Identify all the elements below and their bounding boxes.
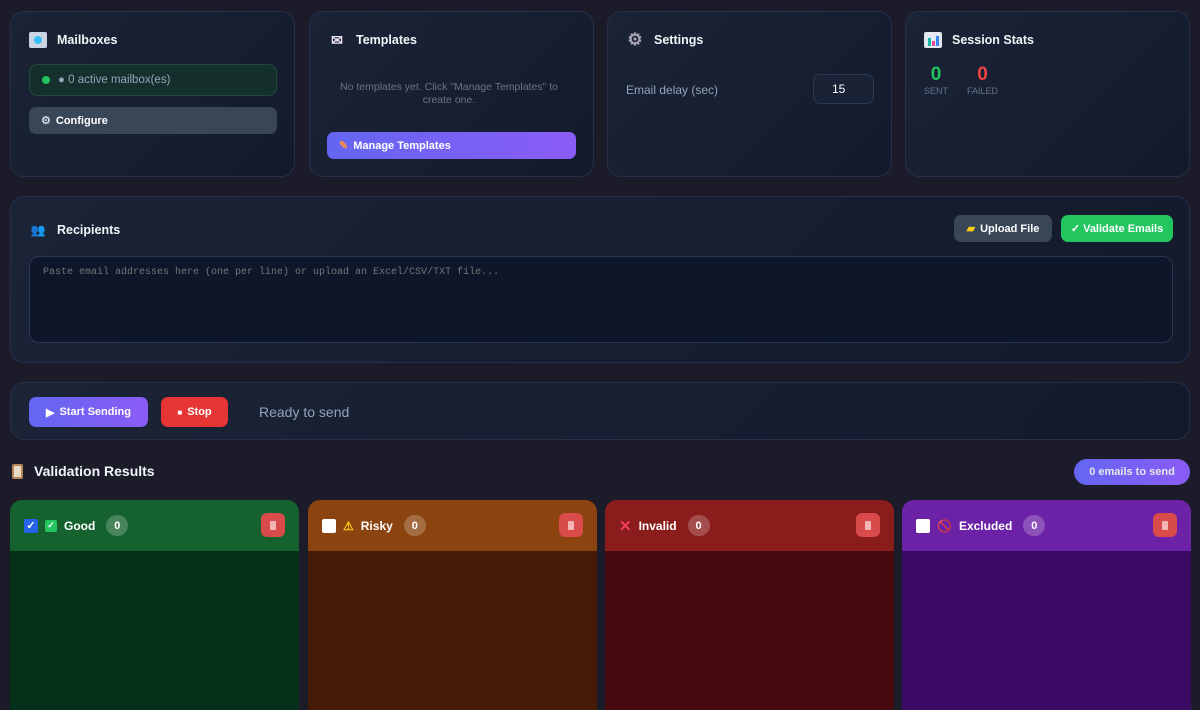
excluded-checkbox[interactable]	[916, 518, 930, 533]
prohibited-icon: 🚫	[937, 518, 952, 533]
check-icon: ✓	[45, 519, 57, 532]
emails-to-send-badge: 0 emails to send	[1074, 459, 1190, 485]
validate-emails-button[interactable]: ✓ Validate Emails	[1061, 215, 1173, 242]
clear-invalid-button[interactable]	[856, 513, 880, 537]
failed-stat: 0 FAILED	[967, 64, 999, 96]
templates-title: Templates	[356, 33, 417, 47]
gear-icon: ⚙	[627, 30, 643, 49]
recipients-title: Recipients	[57, 223, 121, 237]
risky-count: 0	[403, 515, 426, 536]
excluded-column: 🚫 Excluded 0	[902, 500, 1191, 710]
mailbox-status: ● 0 active mailbox(es)	[29, 64, 277, 96]
play-icon: ▶	[46, 406, 55, 419]
recipients-icon: 👥	[30, 223, 46, 237]
recipients-card: 👥 Recipients ▰ Upload File ✓ Validate Emai…	[10, 196, 1190, 363]
chart-icon	[924, 32, 942, 48]
risky-checkbox[interactable]	[322, 518, 336, 533]
upload-file-button[interactable]: ▰ Upload File	[954, 215, 1052, 242]
risky-column: ⚠ Risky 0	[308, 500, 597, 710]
x-icon: ✕	[619, 517, 632, 535]
mailbox-icon	[29, 32, 47, 48]
excluded-count: 0	[1023, 515, 1046, 536]
controls-bar: ▶ Start Sending ■ Stop Ready to send	[10, 382, 1190, 440]
clear-excluded-button[interactable]	[1153, 513, 1177, 537]
settings-card: ⚙ Settings Email delay (sec)	[607, 11, 892, 177]
invalid-column: ✕ Invalid 0	[605, 500, 894, 710]
templates-card: ✉ Templates No templates yet. Click "Mana…	[309, 11, 594, 177]
status-dot-icon	[42, 76, 50, 84]
mailboxes-title: Mailboxes	[57, 33, 118, 47]
pencil-icon: ✎	[339, 140, 349, 152]
manage-templates-button[interactable]: ✎ Manage Templates	[327, 132, 576, 159]
settings-title: Settings	[654, 33, 704, 47]
gear-icon: ⚙	[41, 115, 51, 127]
stop-button[interactable]: ■ Stop	[161, 397, 228, 427]
envelope-icon: ✉	[331, 31, 343, 48]
send-status-text: Ready to send	[259, 404, 350, 420]
good-count: 0	[106, 515, 129, 536]
templates-empty-text: No templates yet. Click "Manage Template…	[340, 81, 558, 106]
trash-icon	[865, 520, 871, 530]
recipients-textarea[interactable]	[29, 256, 1173, 343]
email-delay-label: Email delay (sec)	[626, 83, 719, 97]
trash-icon	[568, 520, 574, 530]
folder-icon: ▰	[966, 223, 976, 235]
sent-stat: 0 SENT	[924, 64, 949, 96]
clipboard-icon	[12, 463, 23, 479]
clear-good-button[interactable]	[261, 513, 285, 537]
session-stats-card: Session Stats 0 SENT 0 FAILED	[905, 11, 1190, 177]
invalid-count: 0	[687, 515, 710, 536]
configure-button[interactable]: ⚙ Configure	[29, 107, 277, 134]
good-column: ✓ ✓ Good 0	[10, 500, 299, 710]
good-checkbox[interactable]: ✓	[24, 518, 38, 533]
trash-icon	[270, 520, 276, 530]
stats-title: Session Stats	[952, 33, 1034, 47]
mailboxes-card: Mailboxes ● 0 active mailbox(es) ⚙ Config…	[10, 11, 295, 177]
warning-icon: ⚠	[343, 518, 354, 533]
validation-header: Validation Results	[12, 463, 155, 479]
start-sending-button[interactable]: ▶ Start Sending	[29, 397, 148, 427]
trash-icon	[1162, 520, 1168, 530]
clear-risky-button[interactable]	[559, 513, 583, 537]
stop-icon: ■	[177, 407, 183, 417]
validation-title: Validation Results	[34, 463, 155, 479]
email-delay-input[interactable]	[813, 74, 874, 104]
